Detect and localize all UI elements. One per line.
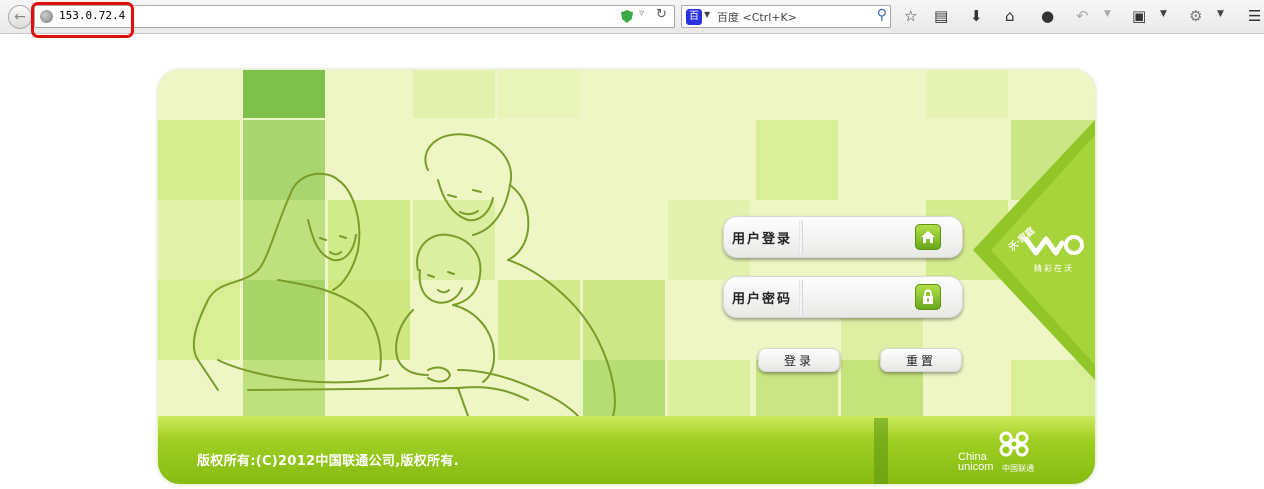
extension-dropdown-icon[interactable]: ▼ <box>1217 9 1224 19</box>
search-icon[interactable]: ⚲ <box>877 7 887 23</box>
dropdown-icon[interactable]: ▿ <box>639 8 644 19</box>
chat-icon[interactable]: ● <box>1041 6 1054 26</box>
username-label: 用户登录 <box>732 232 793 247</box>
lock-icon <box>915 284 941 310</box>
undo-dropdown-icon[interactable]: ▼ <box>1104 9 1111 19</box>
crop-icon[interactable]: ▣ <box>1132 6 1146 26</box>
login-button[interactable]: 登录 <box>758 348 840 372</box>
search-bar[interactable]: 百 ▼ 百度 <Ctrl+K> ⚲ <box>681 5 891 28</box>
home-icon <box>915 224 941 250</box>
logo-en-unicom: unicom <box>958 461 994 473</box>
extension-icon[interactable]: ⚙ <box>1189 6 1202 26</box>
login-panel: 沃·家庭 精彩在沃 版权所有:(C)2012中国联通公司,版权所有. China… <box>158 70 1095 484</box>
undo-icon[interactable]: ↶ <box>1076 6 1089 26</box>
copyright-text: 版权所有:(C)2012中国联通公司,版权所有. <box>197 454 459 469</box>
password-field[interactable]: 用户密码 <box>723 276 963 318</box>
password-input[interactable] <box>807 284 907 310</box>
username-field[interactable]: 用户登录 <box>723 216 963 258</box>
back-icon[interactable]: ← <box>8 5 32 29</box>
china-unicom-logo: China unicom 中国联通 <box>958 428 1038 478</box>
chevron-down-icon[interactable]: ▼ <box>704 10 710 19</box>
footer-decoration <box>874 418 888 484</box>
search-placeholder[interactable]: 百度 <Ctrl+K> <box>717 9 797 25</box>
field-divider <box>799 280 803 314</box>
field-divider <box>799 220 803 254</box>
slogan: 精彩在沃 <box>1034 264 1074 273</box>
family-illustration <box>192 133 616 416</box>
wo-logo <box>1023 233 1084 257</box>
reload-icon[interactable]: ↻ <box>656 7 667 22</box>
bookmarks-icon[interactable]: ▤ <box>934 6 948 26</box>
reset-button[interactable]: 重置 <box>880 348 962 372</box>
username-input[interactable] <box>807 224 907 250</box>
shield-icon[interactable] <box>621 10 633 23</box>
browser-toolbar: ← 153.0.72.4 ▿ ↻ 百 ▼ 百度 <Ctrl+K> ⚲ ☆ ▤ ⬇… <box>0 0 1264 34</box>
crop-dropdown-icon[interactable]: ▼ <box>1160 9 1167 19</box>
unicom-knot-icon <box>999 431 1029 457</box>
star-icon[interactable]: ☆ <box>904 6 917 26</box>
menu-icon[interactable]: ☰ <box>1248 6 1261 26</box>
home-icon[interactable]: ⌂ <box>1005 6 1015 26</box>
download-icon[interactable]: ⬇ <box>970 6 983 26</box>
logo-cn: 中国联通 <box>1002 464 1034 473</box>
password-label: 用户密码 <box>732 292 793 307</box>
url-highlight-annotation <box>31 2 134 38</box>
search-engine-icon[interactable]: 百 <box>686 9 702 25</box>
